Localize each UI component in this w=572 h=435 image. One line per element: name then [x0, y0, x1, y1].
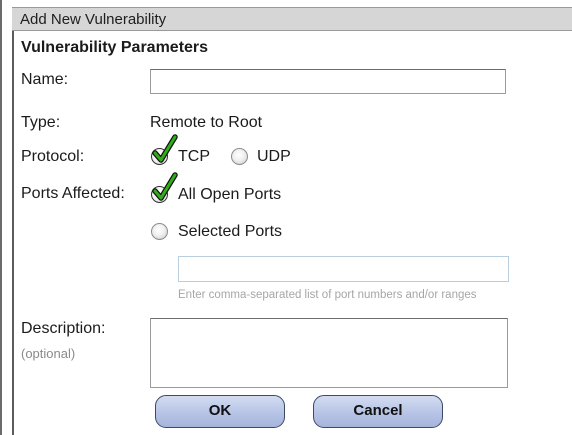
ports-affected-label: Ports Affected:	[21, 185, 125, 202]
ok-button[interactable]: OK	[155, 395, 285, 428]
type-value: Remote to Root	[150, 114, 263, 131]
protocol-label: Protocol:	[21, 148, 85, 165]
selected-ports-radio[interactable]	[151, 223, 168, 240]
all-open-ports-label[interactable]: All Open Ports	[178, 186, 281, 204]
name-label: Name:	[21, 71, 69, 88]
all-open-ports-checkmark-icon	[152, 172, 178, 201]
description-textarea[interactable]	[150, 318, 508, 388]
tcp-checkmark-icon	[152, 134, 178, 163]
section-title: Vulnerability Parameters	[21, 39, 209, 56]
dialog-titlebar: Add New Vulnerability	[12, 7, 572, 31]
tcp-label[interactable]: TCP	[178, 148, 210, 166]
udp-label[interactable]: UDP	[257, 148, 291, 166]
type-label: Type:	[21, 114, 61, 131]
description-label: Description:	[21, 320, 106, 337]
dialog-left-border	[12, 7, 14, 435]
cancel-button[interactable]: Cancel	[313, 395, 443, 428]
add-vulnerability-dialog: Add New Vulnerability Vulnerability Para…	[0, 0, 572, 435]
udp-radio[interactable]	[231, 148, 248, 165]
selected-ports-hint: Enter comma-separated list of port numbe…	[178, 289, 477, 301]
dialog-title: Add New Vulnerability	[20, 11, 167, 28]
name-input[interactable]	[150, 69, 506, 94]
selected-ports-input[interactable]	[178, 256, 509, 282]
description-optional-label: (optional)	[21, 346, 76, 361]
selected-ports-label[interactable]: Selected Ports	[178, 223, 282, 241]
